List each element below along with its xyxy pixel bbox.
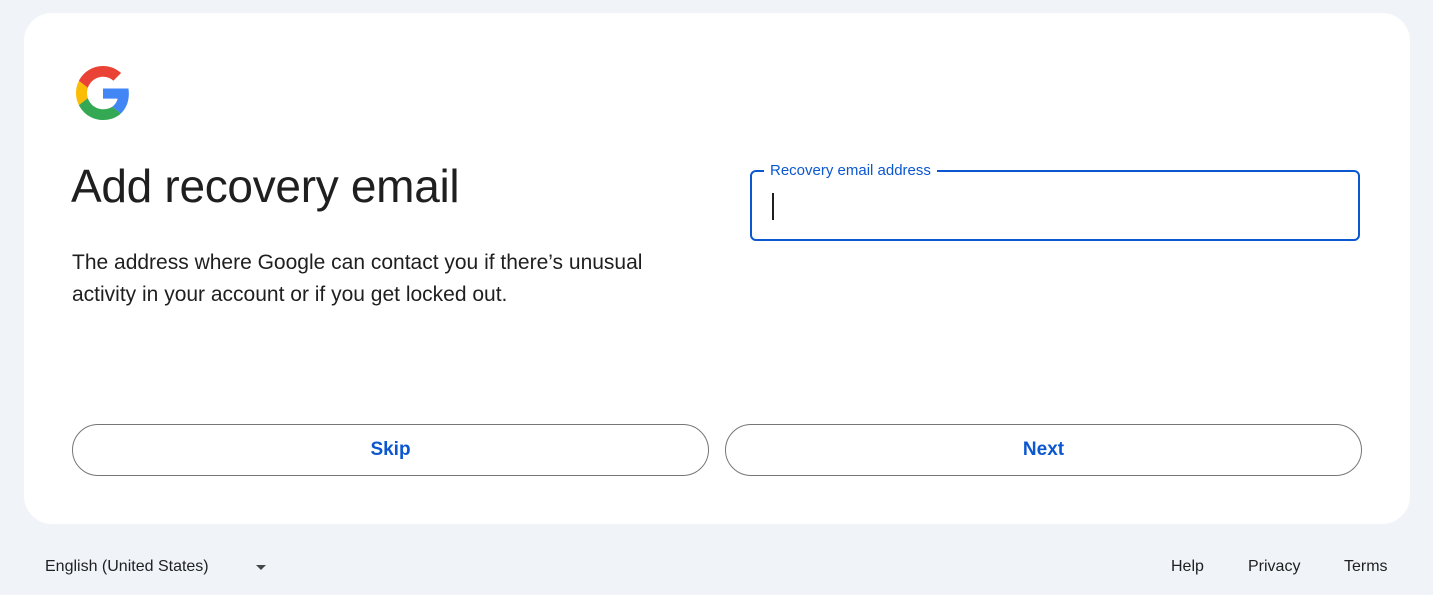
help-link[interactable]: Help — [1171, 557, 1204, 577]
next-button[interactable]: Next — [725, 424, 1362, 476]
google-g-icon — [76, 66, 129, 120]
recovery-email-field[interactable]: Recovery email address — [750, 161, 1360, 241]
language-selector[interactable]: English (United States) — [45, 557, 209, 577]
recovery-email-input[interactable] — [752, 172, 1358, 239]
page-description: The address where Google can contact you… — [72, 251, 643, 306]
signin-card: Add recovery email The address where Goo… — [24, 13, 1410, 524]
terms-link[interactable]: Terms — [1344, 557, 1388, 577]
text-caret — [772, 193, 774, 220]
recovery-email-label: Recovery email address — [764, 161, 937, 181]
privacy-link[interactable]: Privacy — [1248, 557, 1300, 577]
page-title: Add recovery email — [71, 160, 460, 212]
skip-button[interactable]: Skip — [72, 424, 709, 476]
caret-down-icon[interactable] — [256, 565, 266, 570]
footer: English (United States) Help Privacy Ter… — [0, 548, 1433, 588]
